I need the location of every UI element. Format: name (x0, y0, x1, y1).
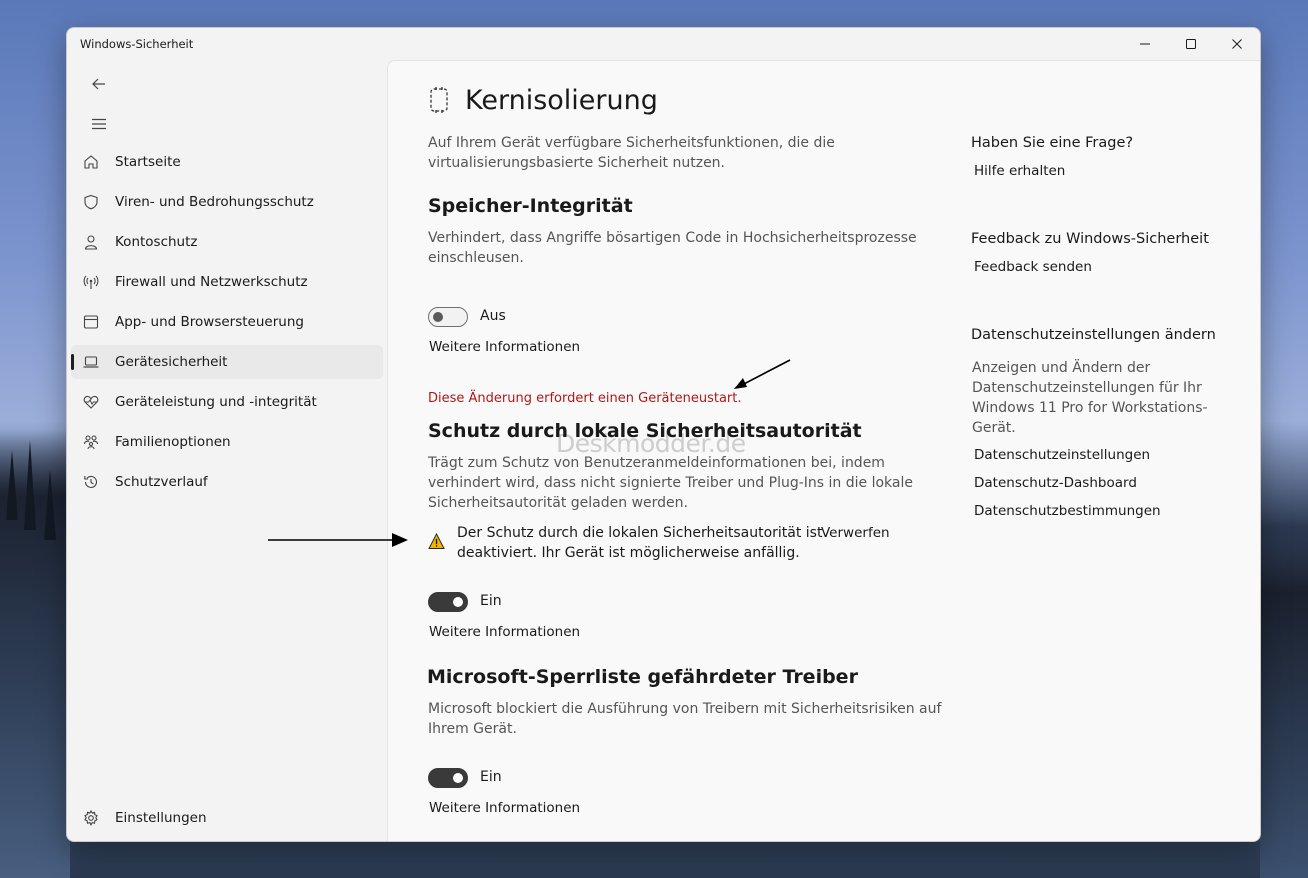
sidebar-item-startseite[interactable]: Startseite (71, 145, 383, 179)
description-line: Ihrem Gerät. (428, 721, 517, 737)
sidebar-item-label: Einstellungen (115, 810, 207, 826)
title-bar: Windows-Sicherheit (67, 28, 1260, 60)
description-line: einschleusen. (428, 250, 524, 266)
feedback-link[interactable]: Feedback senden (974, 259, 1092, 275)
browser-window-icon (83, 314, 99, 330)
sidebar-item-label: Kontoschutz (115, 234, 198, 250)
annotation-arrow (268, 533, 408, 547)
privacy-dashboard-link[interactable]: Datenschutz-Dashboard (974, 475, 1137, 491)
sidebar-item-schutzverlauf[interactable]: Schutzverlauf (71, 465, 383, 499)
page-intro: Auf Ihrem Gerät verfügbare Sicherheitsfu… (428, 133, 835, 173)
main-content: Kernisolierung Auf Ihrem Gerät verfügbar… (387, 60, 1260, 841)
close-button[interactable] (1214, 28, 1260, 60)
heart-pulse-icon (83, 394, 99, 410)
annotation-arrow (734, 359, 791, 389)
home-icon (83, 154, 99, 170)
sidebar-item-kontoschutz[interactable]: Kontoschutz (71, 225, 383, 259)
lsa-toggle-state: Ein (480, 593, 502, 609)
description-line: Sicherheitsautorität geladen werden. (428, 495, 688, 511)
dismiss-warning-link[interactable]: Verwerfen (821, 525, 890, 541)
sidebar-item-label: Familienoptionen (115, 434, 231, 450)
window-title: Windows-Sicherheit (80, 37, 194, 51)
memory-integrity-heading: Speicher-Integrität (428, 195, 633, 217)
restart-required-notice: Diese Änderung erfordert einen Geräteneu… (428, 391, 742, 406)
description-line: verhindert wird, dass nicht signierte Tr… (428, 475, 913, 491)
description-line: Verhindert, dass Angriffe bösartigen Cod… (428, 230, 917, 246)
sidebar-item-label: Startseite (115, 154, 181, 170)
description-line: Trägt zum Schutz von Benutzeranmeldeinfo… (428, 455, 885, 471)
blocklist-more-info-link[interactable]: Weitere Informationen (429, 800, 580, 816)
tree-silhouette (44, 470, 56, 540)
memory-integrity-toggle[interactable] (428, 307, 468, 327)
sidebar-item-label: Gerätesicherheit (115, 354, 228, 370)
menu-button[interactable] (79, 108, 119, 140)
warning-icon (428, 533, 445, 549)
tree-silhouette (24, 440, 36, 530)
help-link[interactable]: Hilfe erhalten (974, 163, 1065, 179)
privacy-text-line: Gerät. (972, 420, 1016, 436)
lsa-toggle[interactable] (428, 592, 468, 612)
tree-silhouette (6, 450, 18, 520)
maximize-icon (1186, 39, 1196, 49)
antenna-icon (83, 274, 99, 290)
privacy-text-line: Anzeigen und Ändern der (972, 360, 1151, 376)
back-button[interactable] (79, 68, 119, 100)
page-title: Kernisolierung (465, 85, 658, 116)
sidebar-item-virenschutz[interactable]: Viren- und Bedrohungsschutz (71, 185, 383, 219)
sidebar-item-label: Viren- und Bedrohungsschutz (115, 194, 314, 210)
feedback-heading: Feedback zu Windows-Sicherheit (971, 231, 1209, 247)
warning-line: Der Schutz durch die lokalen Sicherheits… (457, 525, 823, 541)
sidebar-item-app-browser[interactable]: App- und Browsersteuerung (71, 305, 383, 339)
family-icon (83, 434, 99, 450)
lsa-description: Trägt zum Schutz von Benutzeranmeldeinfo… (428, 453, 913, 513)
privacy-settings-link[interactable]: Datenschutzeinstellungen (974, 447, 1150, 463)
app-window: Windows-Sicherheit Startseite Viren- und… (66, 27, 1261, 842)
blocklist-heading: Microsoft-Sperrliste gefährdeter Treiber (427, 666, 858, 688)
shield-icon (83, 194, 99, 210)
blocklist-toggle[interactable] (428, 768, 468, 788)
core-isolation-icon (430, 87, 448, 113)
minimize-button[interactable] (1122, 28, 1168, 60)
question-heading: Haben Sie eine Frage? (971, 135, 1134, 151)
close-icon (1232, 39, 1242, 49)
minimize-icon (1140, 43, 1150, 45)
intro-line: virtualisierungsbasierte Sicherheit nutz… (428, 155, 726, 171)
sidebar-item-firewall[interactable]: Firewall und Netzwerkschutz (71, 265, 383, 299)
sidebar-item-label: Schutzverlauf (115, 474, 208, 490)
sidebar-item-label: Geräteleistung und -integrität (115, 394, 317, 410)
sidebar-item-label: Firewall und Netzwerkschutz (115, 274, 308, 290)
privacy-text-line: Windows 11 Pro for Workstations- (972, 400, 1208, 416)
history-icon (83, 474, 99, 490)
lsa-warning-message: Der Schutz durch die lokalen Sicherheits… (457, 523, 822, 563)
intro-line: Auf Ihrem Gerät verfügbare Sicherheitsfu… (428, 135, 835, 151)
privacy-heading: Datenschutzeinstellungen ändern (971, 327, 1216, 343)
privacy-description: Anzeigen und Ändern der Datenschutzeinst… (972, 358, 1208, 438)
person-icon (83, 234, 99, 250)
warning-line: deaktiviert. Ihr Gerät ist möglicherweis… (457, 545, 800, 561)
lsa-heading: Schutz durch lokale Sicherheitsautorität (428, 420, 862, 442)
description-line: Microsoft blockiert die Ausführung von T… (428, 701, 942, 717)
hamburger-menu-icon (92, 118, 106, 130)
laptop-icon (83, 354, 99, 370)
maximize-button[interactable] (1168, 28, 1214, 60)
blocklist-toggle-state: Ein (480, 769, 502, 785)
sidebar-nav: Startseite Viren- und Bedrohungsschutz K… (71, 145, 383, 505)
blocklist-description: Microsoft blockiert die Ausführung von T… (428, 699, 941, 739)
sidebar-item-familienoptionen[interactable]: Familienoptionen (71, 425, 383, 459)
sidebar-item-geraetesicherheit[interactable]: Gerätesicherheit (71, 345, 383, 379)
sidebar-item-label: App- und Browsersteuerung (115, 314, 304, 330)
memory-integrity-toggle-state: Aus (480, 308, 506, 324)
gear-icon (83, 809, 99, 826)
privacy-text-line: Datenschutzeinstellungen für Ihr (972, 380, 1202, 396)
lsa-more-info-link[interactable]: Weitere Informationen (429, 624, 580, 640)
memory-integrity-description: Verhindert, dass Angriffe bösartigen Cod… (428, 228, 917, 268)
memory-integrity-more-info-link[interactable]: Weitere Informationen (429, 339, 580, 355)
back-arrow-icon (92, 78, 105, 90)
desktop-wallpaper-right (1260, 520, 1308, 878)
sidebar-item-geraeteleistung[interactable]: Geräteleistung und -integrität (71, 385, 383, 419)
privacy-statement-link[interactable]: Datenschutzbestimmungen (974, 503, 1161, 519)
sidebar-item-einstellungen[interactable]: Einstellungen (71, 801, 383, 835)
